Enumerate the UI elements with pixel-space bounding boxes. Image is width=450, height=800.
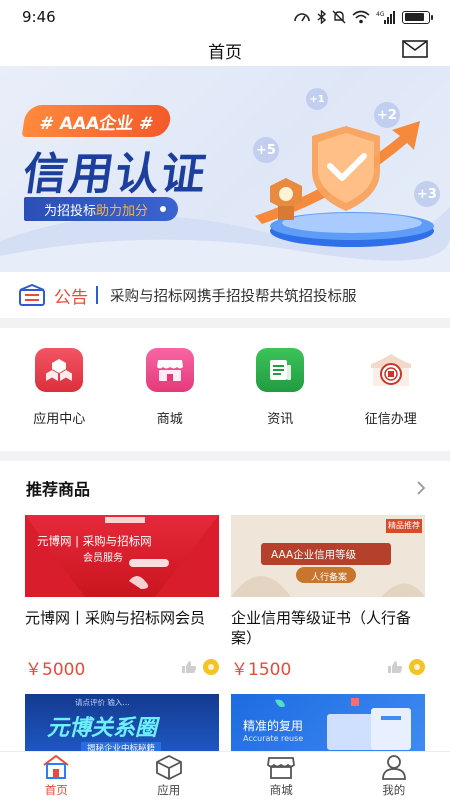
bottom-tab-bar: 首页 应用 商城 我的 — [0, 751, 450, 800]
tab-store[interactable]: 商城 — [225, 752, 338, 800]
product-image-text: AAA企业信用等级 — [271, 549, 357, 561]
wifi-icon — [352, 10, 370, 24]
product-image-text: Accurate reuse — [243, 734, 304, 743]
product-image: 元博网 | 采购与招标网 会员服务 — [25, 515, 219, 597]
announcement-divider — [96, 286, 98, 304]
shortcut-label: 应用中心 — [33, 412, 86, 427]
product-image: 精准的复用 Accurate reuse — [231, 694, 425, 751]
battery-icon — [402, 10, 433, 24]
top-nav-bar: 首页 — [0, 34, 450, 66]
shortcut-news[interactable]: 资讯 — [230, 348, 330, 451]
banner-subline: 为招投标 助力加分 — [24, 197, 179, 221]
recommended-section: 推荐商品 元博网 | 采购与招标网 会员服务 元博网丨采购与招标网会员 ￥500… — [0, 461, 450, 751]
coin-icon — [409, 659, 425, 675]
product-footer: ￥1500 — [231, 656, 425, 680]
product-card[interactable]: 精准的复用 Accurate reuse — [231, 694, 425, 751]
mute-icon — [332, 10, 346, 24]
thumbs-up-icon — [182, 661, 196, 673]
chevron-right-icon[interactable] — [416, 480, 426, 496]
store-icon — [145, 348, 194, 392]
tab-label: 商城 — [269, 783, 293, 797]
home-screen: 9:46 4G 首页 # AAA企业 # 信用认证 为招投标 助力加分 +1 +… — [0, 0, 450, 800]
tab-label: 我的 — [382, 783, 406, 797]
status-icons: 4G — [293, 10, 433, 24]
product-image-text: 会员服务 — [83, 553, 123, 564]
tab-label: 首页 — [44, 783, 68, 797]
product-footer: ￥5000 — [25, 656, 219, 680]
banner-dot — [160, 206, 167, 212]
bubble-plus-2: +2 — [374, 102, 400, 128]
product-image-text: 元博关系圈 — [47, 716, 158, 741]
tab-profile[interactable]: 我的 — [338, 752, 450, 800]
bubble-plus-5: +5 — [253, 137, 279, 163]
product-image-text: 精品推荐 — [388, 521, 420, 530]
shortcut-label: 商城 — [156, 412, 183, 427]
thumbs-up-icon — [388, 661, 402, 673]
bubble-plus-3: +3 — [414, 181, 440, 207]
section-title: 推荐商品 — [26, 480, 91, 499]
shortcut-app-center[interactable]: 应用中心 — [9, 348, 109, 451]
product-card[interactable]: 元博网 | 采购与招标网 会员服务 元博网丨采购与招标网会员 ￥5000 — [25, 515, 219, 680]
section-header: 推荐商品 — [0, 461, 450, 515]
mail-button[interactable] — [402, 37, 428, 61]
banner-headline: 信用认证 — [19, 149, 211, 200]
tab-label: 应用 — [157, 783, 181, 797]
product-image-text: 元博网 | 采购与招标网 — [37, 534, 152, 548]
bluetooth-icon — [317, 10, 326, 24]
status-time: 9:46 — [22, 8, 56, 26]
credit-seal-icon — [367, 348, 415, 392]
tab-home[interactable]: 首页 — [0, 752, 113, 800]
product-price: ￥5000 — [25, 659, 86, 680]
shortcut-grid: 应用中心 商城 资讯 征信办理 — [0, 328, 450, 451]
page-title: 首页 — [208, 42, 242, 63]
signal-icon: 4G — [376, 11, 395, 24]
product-image: 请点评价 输入... 元博关系圈 揭秘企业中标秘籍 — [25, 694, 219, 751]
shop-icon — [267, 757, 296, 779]
user-icon — [381, 755, 406, 780]
product-name: 企业信用等级证书（人行备案） — [231, 609, 412, 647]
announcement-label: 公告 — [54, 287, 88, 308]
product-image-text: 人行备案 — [311, 573, 348, 583]
product-name: 元博网丨采购与招标网会员 — [25, 609, 206, 627]
banner-subline-prefix: 为招投标 — [44, 203, 97, 219]
banner-subline-highlight: 助力加分 — [96, 203, 149, 219]
coin-icon — [203, 659, 219, 675]
svg-text:4G: 4G — [376, 11, 385, 18]
product-badges — [387, 659, 425, 675]
product-price: ￥1500 — [231, 659, 292, 680]
tab-apps[interactable]: 应用 — [113, 752, 226, 800]
shortcut-label: 征信办理 — [364, 412, 417, 427]
app-center-icon — [35, 348, 84, 392]
product-image-text: 精准的复用 — [243, 719, 304, 733]
status-bar: 9:46 4G — [0, 0, 450, 34]
product-image-text: 请点评价 输入... — [75, 698, 130, 707]
announcement-bar[interactable]: 公告 采购与招标网携手招投帮共筑招投标服 — [0, 272, 450, 318]
product-badges — [181, 659, 219, 675]
shortcut-credit[interactable]: 征信办理 — [341, 348, 441, 451]
announcement-text: 采购与招标网携手招投帮共筑招投标服 — [110, 288, 357, 305]
product-image: 精品推荐 AAA企业信用等级 人行备案 — [231, 515, 425, 597]
mail-icon — [402, 40, 428, 58]
product-grid: 元博网 | 采购与招标网 会员服务 元博网丨采购与招标网会员 ￥5000 精品推… — [0, 515, 450, 751]
promo-banner[interactable]: # AAA企业 # 信用认证 为招投标 助力加分 +1 +2 +5 +3 — [0, 66, 450, 272]
shortcut-store[interactable]: 商城 — [120, 348, 220, 451]
product-image-text: 揭秘企业中标秘籍 — [81, 742, 162, 751]
banner-tag: # AAA企业 # — [21, 105, 173, 137]
product-card[interactable]: 请点评价 输入... 元博关系圈 揭秘企业中标秘籍 — [25, 694, 219, 751]
alarm-icon — [294, 13, 310, 22]
bubble-plus-1: +1 — [306, 88, 328, 110]
cube-icon — [155, 754, 182, 780]
shortcut-label: 资讯 — [267, 412, 294, 427]
product-card[interactable]: 精品推荐 AAA企业信用等级 人行备案 企业信用等级证书（人行备案） ￥1500 — [231, 515, 425, 680]
news-icon — [256, 348, 305, 392]
announcement-icon — [19, 284, 45, 306]
home-icon — [43, 754, 69, 779]
